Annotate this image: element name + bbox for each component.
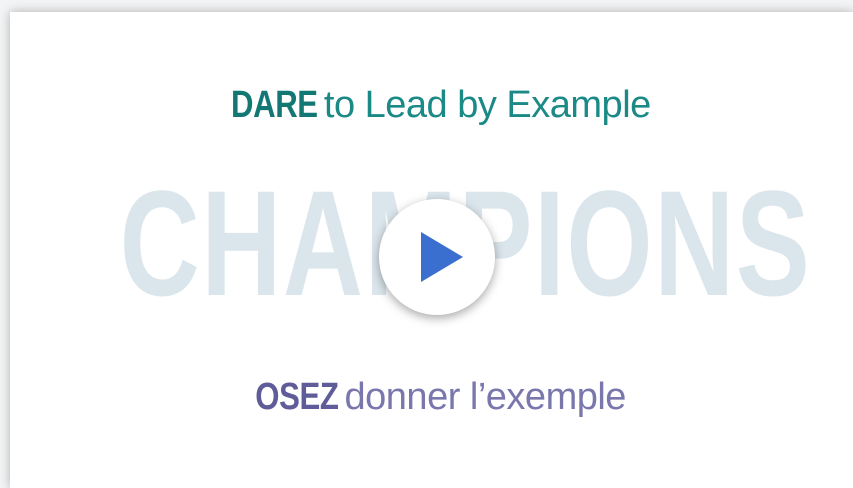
video-frame[interactable]: CHAMPIONS DAREto Lead by Example OSEZdon… <box>10 12 853 488</box>
english-tagline: DARE to Lead by Example <box>10 84 853 127</box>
french-tagline-rest: donner l’exemple <box>344 376 627 418</box>
play-icon <box>421 232 463 282</box>
play-button[interactable] <box>379 199 495 315</box>
english-tagline-rest: to Lead by Example <box>323 84 651 126</box>
dare-emphasis: DARE <box>231 84 318 126</box>
osez-emphasis: OSEZ <box>255 376 339 418</box>
french-tagline: OSEZ donner l’exemple <box>10 376 853 419</box>
